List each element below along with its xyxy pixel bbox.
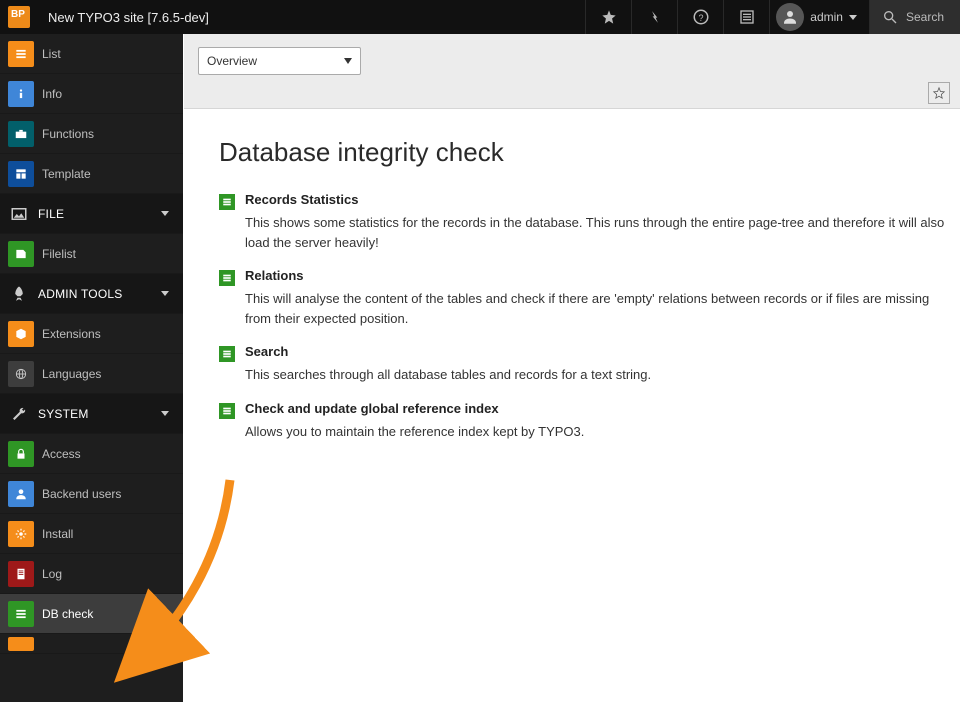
list-icon	[2, 38, 40, 70]
info-icon	[2, 78, 40, 110]
dbcheck-item-reference-index[interactable]: Check and update global reference index …	[219, 401, 948, 442]
lock-icon	[2, 438, 40, 470]
item-title: Check and update global reference index	[245, 401, 948, 416]
svg-text:?: ?	[698, 13, 703, 23]
list-green-icon	[219, 270, 235, 286]
help-button[interactable]: ?	[677, 0, 723, 34]
dbcheck-item-relations[interactable]: Relations This will analyse the content …	[219, 268, 948, 328]
user-avatar-icon	[776, 3, 804, 31]
sidebar-item-label: Info	[42, 87, 62, 101]
sidebar-section-file[interactable]: FILE	[0, 194, 183, 234]
sidebar-item-label: Languages	[42, 367, 101, 381]
section-title: FILE	[38, 207, 161, 221]
log-icon	[2, 558, 40, 590]
section-title: ADMIN TOOLS	[38, 287, 161, 301]
sidebar-item-languages[interactable]: Languages	[0, 354, 183, 394]
sidebar-item-cut[interactable]	[0, 634, 183, 654]
item-description: This searches through all database table…	[245, 365, 948, 385]
item-description: This shows some statistics for the recor…	[245, 213, 948, 252]
list-green-icon	[219, 194, 235, 210]
bookmark-button[interactable]	[585, 0, 631, 34]
sidebar-item-label: Functions	[42, 127, 94, 141]
function-menu-select[interactable]: Overview	[198, 47, 361, 75]
sidebar-item-label: Backend users	[42, 487, 121, 501]
sidebar-item-functions[interactable]: Functions	[0, 114, 183, 154]
user-name-label: admin	[810, 10, 843, 24]
topbar: BP New TYPO3 site [7.6.5-dev] ? admin Se…	[0, 0, 960, 34]
chevron-down-icon	[161, 411, 169, 416]
sidebar-section-admin-tools[interactable]: ADMIN TOOLS	[0, 274, 183, 314]
application-info-button[interactable]	[723, 0, 769, 34]
sidebar-item-log[interactable]: Log	[0, 554, 183, 594]
chevron-down-icon	[849, 15, 857, 20]
sidebar-item-filelist[interactable]: Filelist	[0, 234, 183, 274]
user-menu[interactable]: admin	[769, 0, 869, 34]
list-green-icon	[219, 346, 235, 362]
sidebar-item-template[interactable]: Template	[0, 154, 183, 194]
user-icon	[2, 478, 40, 510]
box-icon	[2, 318, 40, 350]
sidebar-item-extensions[interactable]: Extensions	[0, 314, 183, 354]
sidebar-item-info[interactable]: Info	[0, 74, 183, 114]
filelist-icon	[2, 238, 40, 270]
image-icon	[0, 205, 38, 223]
gear-icon	[2, 518, 40, 550]
item-title: Records Statistics	[245, 192, 948, 207]
list-green-icon	[219, 403, 235, 419]
dbcheck-item-records-statistics[interactable]: Records Statistics This shows some stati…	[219, 192, 948, 252]
sidebar-item-label: Install	[42, 527, 73, 541]
section-title: SYSTEM	[38, 407, 161, 421]
chevron-down-icon	[161, 211, 169, 216]
dbcheck-item-search[interactable]: Search This searches through all databas…	[219, 344, 948, 385]
sidebar-item-label: Filelist	[42, 247, 76, 261]
sidebar-item-db-check[interactable]: DB check	[0, 594, 183, 634]
template-icon	[2, 158, 40, 190]
typo3-logo[interactable]: BP	[0, 0, 38, 34]
item-description: Allows you to maintain the reference ind…	[245, 422, 948, 442]
sidebar-item-label: Extensions	[42, 327, 101, 341]
sidebar-item-backend-users[interactable]: Backend users	[0, 474, 183, 514]
wrench-icon	[0, 405, 38, 423]
briefcase-icon	[2, 118, 40, 150]
sidebar-item-label: Template	[42, 167, 91, 181]
content-area: Database integrity check Records Statist…	[184, 109, 960, 702]
sidebar-item-label: DB check	[42, 607, 93, 621]
search-label: Search	[906, 10, 944, 24]
search-button[interactable]: Search	[869, 0, 960, 34]
sidebar-section-system[interactable]: SYSTEM	[0, 394, 183, 434]
item-description: This will analyse the content of the tab…	[245, 289, 948, 328]
chevron-down-icon	[344, 58, 352, 64]
sidebar-item-list[interactable]: List	[0, 34, 183, 74]
docheader: Overview	[184, 34, 960, 109]
select-value: Overview	[207, 54, 344, 68]
item-title: Relations	[245, 268, 948, 283]
item-title: Search	[245, 344, 948, 359]
site-title: New TYPO3 site [7.6.5-dev]	[38, 0, 585, 34]
bookmark-toggle[interactable]	[928, 82, 950, 104]
sidebar-item-label: Log	[42, 567, 62, 581]
rocket-icon	[0, 285, 38, 303]
clear-cache-button[interactable]	[631, 0, 677, 34]
chevron-down-icon	[161, 291, 169, 296]
globe-icon	[2, 358, 40, 390]
sidebar-item-label: List	[42, 47, 61, 61]
page-title: Database integrity check	[219, 137, 948, 168]
sidebar-item-label: Access	[42, 447, 81, 461]
sidebar-item-access[interactable]: Access	[0, 434, 183, 474]
list-green-icon	[2, 598, 40, 630]
module-menu: List Info Functions Template FILE Fileli…	[0, 34, 183, 702]
config-icon	[2, 634, 40, 654]
sidebar-item-install[interactable]: Install	[0, 514, 183, 554]
